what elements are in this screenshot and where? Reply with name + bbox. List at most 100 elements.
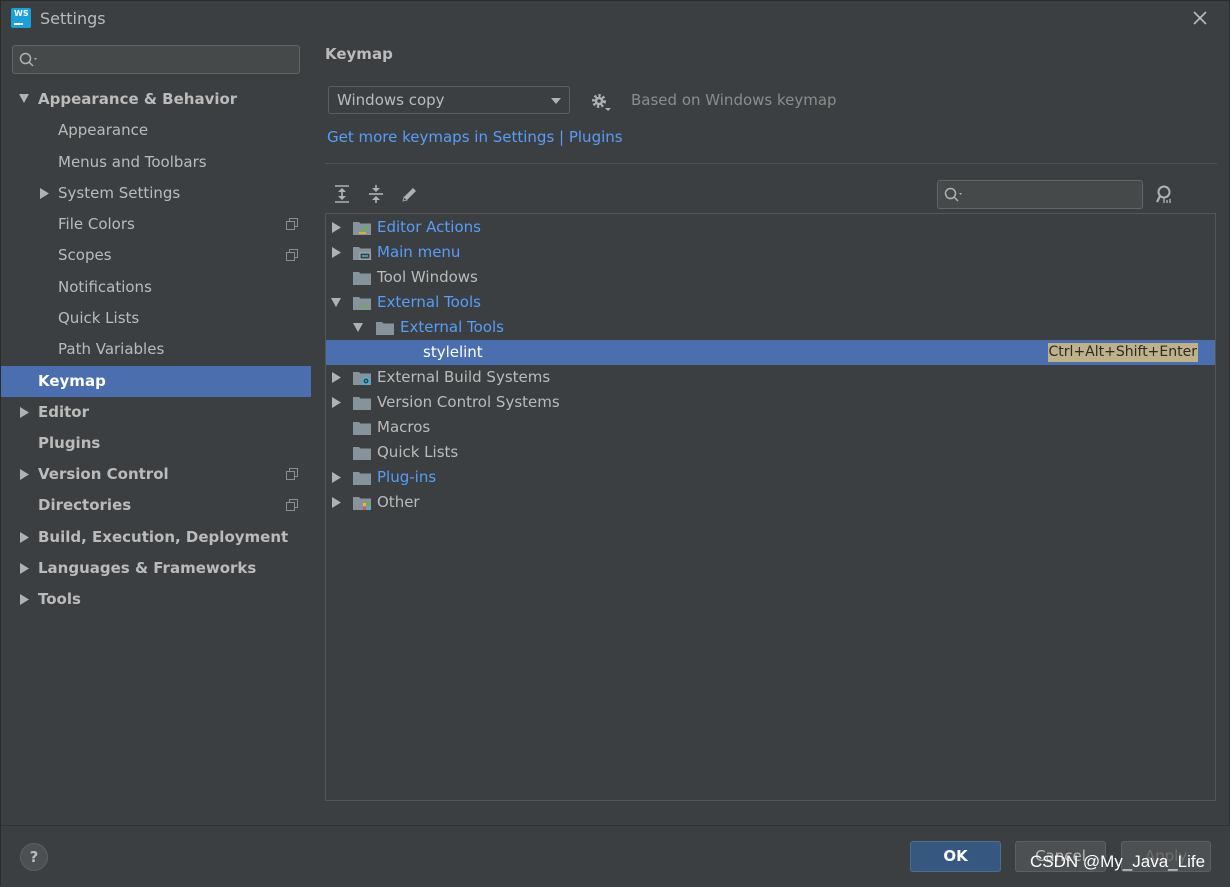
more-keymaps-link[interactable]: Get more keymaps in Settings | Plugins [327,128,623,146]
tree-row-label: Editor Actions [377,218,481,236]
sidebar-item-version-control[interactable]: Version Control [1,459,311,490]
tree-row-external-tools[interactable]: External Tools [326,290,1215,315]
tree-row-version-control-systems[interactable]: Version Control Systems [326,390,1215,415]
find-by-shortcut-icon[interactable] [1154,184,1176,206]
other-folder-icon [353,497,371,510]
sidebar-item-label: Quick Lists [58,309,140,327]
collapse-all-icon[interactable] [366,183,386,205]
chevron-down-icon [353,323,363,332]
sidebar-item-quick-lists[interactable]: Quick Lists [1,303,311,334]
tree-row-label: External Build Systems [377,368,551,386]
tree-row-external-build-systems[interactable]: External Build Systems [326,365,1215,390]
sidebar-item-label: Editor [38,403,89,421]
expand-all-icon[interactable] [332,183,352,205]
webstorm-app-icon: WS [11,8,31,28]
watermark: CSDN @My_Java_Life [1030,852,1206,871]
close-icon[interactable] [1189,7,1211,29]
tree-row-macros[interactable]: Macros [326,415,1215,440]
chevron-right-icon [332,372,341,383]
sidebar-item-label: Tools [38,590,81,608]
sidebar-item-build-execution-deployment[interactable]: Build, Execution, Deployment [1,522,311,553]
chevron-right-icon [20,532,29,543]
tree-row-tool-windows[interactable]: Tool Windows [326,265,1215,290]
folder-icon [376,322,394,335]
build-systems-folder-icon [353,372,371,385]
tree-row-label: Quick Lists [377,443,459,461]
folder-icon [353,447,371,460]
tree-row-plug-ins[interactable]: Plug-ins [326,465,1215,490]
chevron-right-icon [332,497,341,508]
chevron-right-icon [332,472,341,483]
sidebar-item-label: Menus and Toolbars [58,153,207,171]
sidebar-item-languages-frameworks[interactable]: Languages & Frameworks [1,553,311,584]
chevron-right-icon [20,563,29,574]
sidebar-item-label: Scopes [58,246,112,264]
keymap-panel: Keymap Windows copy Based on Windows key… [311,35,1230,825]
sidebar-item-label: Languages & Frameworks [38,559,257,577]
folder-icon [353,397,371,410]
sidebar-item-label: Directories [38,496,132,514]
sidebar-item-appearance[interactable]: Appearance [1,115,311,146]
title-bar: WS Settings [1,1,1230,35]
app-icon-text: WS [14,9,29,18]
sidebar-item-directories[interactable]: Directories [1,490,311,521]
chevron-right-icon [332,247,341,258]
chevron-right-icon [20,469,29,480]
sidebar-item-menus-toolbars[interactable]: Menus and Toolbars [1,147,311,178]
action-search-input[interactable] [937,180,1143,209]
sidebar-item-label: System Settings [58,184,181,202]
project-level-icon [286,218,298,230]
tree-row-external-tools-group[interactable]: External Tools [326,315,1215,340]
help-button[interactable]: ? [20,843,48,871]
tree-row-quick-lists[interactable]: Quick Lists [326,440,1215,465]
sidebar-item-notifications[interactable]: Notifications [1,272,311,303]
sidebar-item-label: Appearance [58,121,149,139]
main-menu-folder-icon [353,247,371,260]
sidebar-item-appearance-behavior[interactable]: Appearance & Behavior [1,84,311,115]
sidebar-item-label: Path Variables [58,340,165,358]
settings-window: WS Settings Appearance & Behavior Appear… [0,0,1230,887]
editor-actions-folder-icon [353,222,371,235]
tree-row-label: Other [377,493,420,511]
based-on-text: Based on Windows keymap [631,91,837,109]
tree-row-other[interactable]: Other [326,490,1215,515]
ok-button[interactable]: OK [910,841,1001,872]
project-level-icon [286,249,298,261]
folder-icon [353,422,371,435]
sidebar-item-scopes[interactable]: Scopes [1,240,311,271]
search-icon [19,52,37,67]
project-level-icon [286,468,298,480]
gear-icon[interactable] [590,91,612,113]
tree-row-label: stylelint [423,343,483,361]
divider [325,163,1217,164]
sidebar-item-file-colors[interactable]: File Colors [1,209,311,240]
keymap-select[interactable]: Windows copy [328,86,570,114]
keymap-tree: Editor Actions Main menu Tool Windows Ex… [325,213,1216,801]
sidebar-item-label: Keymap [38,372,106,390]
sidebar-item-path-variables[interactable]: Path Variables [1,334,311,365]
sidebar-item-keymap[interactable]: Keymap [1,366,311,397]
sidebar-item-label: Plugins [38,434,101,452]
folder-icon [353,272,371,285]
tree-row-label: External Tools [377,293,481,311]
tree-row-stylelint[interactable]: stylelint Ctrl+Alt+Shift+Enter [326,340,1215,365]
chevron-down-icon [19,94,29,103]
tree-row-main-menu[interactable]: Main menu [326,240,1215,265]
sidebar-search-input[interactable] [12,45,300,74]
tree-row-label: External Tools [400,318,504,336]
tree-row-editor-actions[interactable]: Editor Actions [326,215,1215,240]
chevron-right-icon [40,188,49,199]
chevron-right-icon [20,407,29,418]
external-tools-folder-icon [353,297,371,310]
sidebar-item-tools[interactable]: Tools [1,584,311,615]
chevron-down-icon [331,298,341,307]
dropdown-caret-icon [551,98,561,104]
sidebar-item-plugins[interactable]: Plugins [1,428,311,459]
sidebar-item-system-settings[interactable]: System Settings [1,178,311,209]
edit-pencil-icon[interactable] [399,183,419,205]
sidebar-item-editor[interactable]: Editor [1,397,311,428]
shortcut-badge: Ctrl+Alt+Shift+Enter [1047,343,1198,362]
sidebar-item-label: Version Control [38,465,169,483]
project-level-icon [286,499,298,511]
tree-row-label: Main menu [377,243,461,261]
